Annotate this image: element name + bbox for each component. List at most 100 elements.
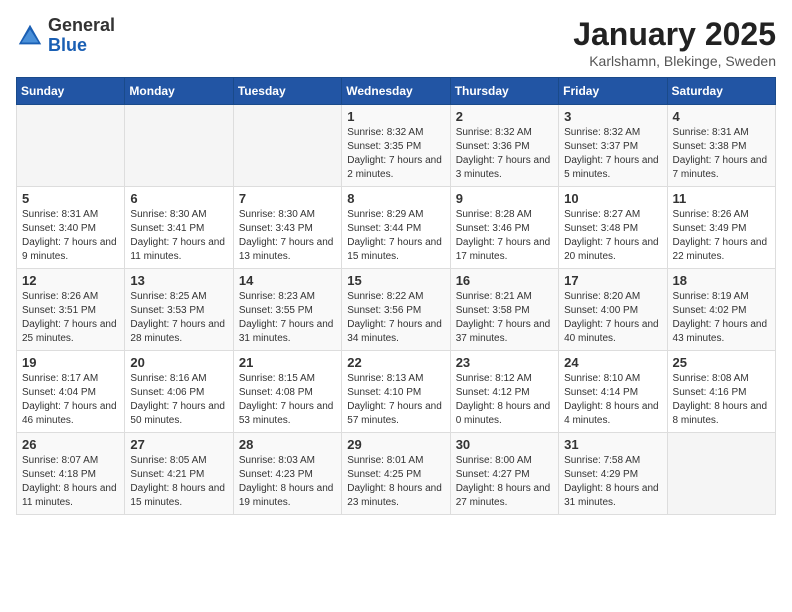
day-number: 20 — [130, 355, 227, 370]
calendar-cell: 4Sunrise: 8:31 AMSunset: 3:38 PMDaylight… — [667, 105, 775, 187]
calendar-cell: 16 Sunrise: 8:21 AMSunset: 3:58 PMDayligh… — [450, 269, 558, 351]
day-number: 3 — [564, 109, 661, 124]
day-info: Sunrise: 8:21 AMSunset: 3:58 PMDaylight:… — [456, 290, 553, 346]
calendar-week-1: 1 Sunrise: 8:32 AMSunset: 3:35 PMDaylight… — [17, 105, 776, 187]
calendar-cell: 9Sunrise: 8:28 AMSunset: 3:46 PMDaylight… — [450, 187, 558, 269]
calendar-cell: 7 Sunrise: 8:30 AMSunset: 3:43 PMDaylight… — [233, 187, 341, 269]
day-info: Sunrise: 8:29 AMSunset: 3:44 PMDaylight:… — [347, 208, 444, 264]
day-number: 2 — [456, 109, 553, 124]
weekday-header-saturday: Saturday — [667, 78, 775, 105]
day-number: 12 — [22, 273, 119, 288]
day-info: Sunrise: 8:08 AMSunset: 4:16 PMDaylight:… — [673, 372, 770, 428]
day-info: Sunrise: 8:31 AMSunset: 3:40 PMDaylight:… — [22, 208, 119, 264]
day-number: 11 — [673, 191, 770, 206]
calendar-cell: 24 Sunrise: 8:10 AMSunset: 4:14 PMDayligh… — [559, 351, 667, 433]
day-info: Sunrise: 8:12 AMSunset: 4:12 PMDaylight:… — [456, 372, 553, 428]
weekday-header-sunday: Sunday — [17, 78, 125, 105]
day-info: Sunrise: 8:23 AMSunset: 3:55 PMDaylight:… — [239, 290, 336, 346]
day-info: Sunrise: 8:32 AMSunset: 3:37 PMDaylight:… — [564, 126, 661, 182]
day-number: 24 — [564, 355, 661, 370]
calendar-cell: 10Sunrise: 8:27 AMSunset: 3:48 PMDayligh… — [559, 187, 667, 269]
day-info: Sunrise: 8:26 AMSunset: 3:51 PMDaylight:… — [22, 290, 119, 346]
calendar-cell: 8 Sunrise: 8:29 AMSunset: 3:44 PMDaylight… — [342, 187, 450, 269]
day-info: Sunrise: 8:22 AMSunset: 3:56 PMDaylight:… — [347, 290, 444, 346]
day-number: 13 — [130, 273, 227, 288]
day-number: 21 — [239, 355, 336, 370]
calendar-cell: 2 Sunrise: 8:32 AMSunset: 3:36 PMDaylight… — [450, 105, 558, 187]
day-number: 28 — [239, 437, 336, 452]
calendar-week-5: 26 Sunrise: 8:07 AMSunset: 4:18 PMDayligh… — [17, 433, 776, 515]
day-info: Sunrise: 8:10 AMSunset: 4:14 PMDaylight:… — [564, 372, 661, 428]
day-info: Sunrise: 8:26 AMSunset: 3:49 PMDaylight:… — [673, 208, 770, 264]
day-number: 16 — [456, 273, 553, 288]
day-info: Sunrise: 8:03 AMSunset: 4:23 PMDaylight:… — [239, 454, 336, 510]
calendar-cell: 6Sunrise: 8:30 AMSunset: 3:41 PMDaylight… — [125, 187, 233, 269]
day-number: 5 — [22, 191, 119, 206]
day-number: 7 — [239, 191, 336, 206]
calendar-cell: 23 Sunrise: 8:12 AMSunset: 4:12 PMDayligh… — [450, 351, 558, 433]
calendar-cell — [17, 105, 125, 187]
calendar-week-3: 12 Sunrise: 8:26 AMSunset: 3:51 PMDayligh… — [17, 269, 776, 351]
calendar-cell: 31 Sunrise: 7:58 AMSunset: 4:29 PMDayligh… — [559, 433, 667, 515]
day-number: 6 — [130, 191, 227, 206]
calendar-cell: 26 Sunrise: 8:07 AMSunset: 4:18 PMDayligh… — [17, 433, 125, 515]
day-number: 15 — [347, 273, 444, 288]
day-info: Sunrise: 8:05 AMSunset: 4:21 PMDaylight:… — [130, 454, 227, 510]
calendar-cell: 13 Sunrise: 8:25 AMSunset: 3:53 PMDayligh… — [125, 269, 233, 351]
calendar-cell — [233, 105, 341, 187]
day-info: Sunrise: 8:16 AMSunset: 4:06 PMDaylight:… — [130, 372, 227, 428]
calendar-table: SundayMondayTuesdayWednesdayThursdayFrid… — [16, 77, 776, 515]
calendar-cell: 30 Sunrise: 8:00 AMSunset: 4:27 PMDayligh… — [450, 433, 558, 515]
calendar-cell: 25 Sunrise: 8:08 AMSunset: 4:16 PMDayligh… — [667, 351, 775, 433]
logo-text: General Blue — [48, 16, 115, 56]
day-number: 10 — [564, 191, 661, 206]
day-info: Sunrise: 8:13 AMSunset: 4:10 PMDaylight:… — [347, 372, 444, 428]
calendar-cell: 20 Sunrise: 8:16 AMSunset: 4:06 PMDayligh… — [125, 351, 233, 433]
calendar-cell: 29Sunrise: 8:01 AMSunset: 4:25 PMDayligh… — [342, 433, 450, 515]
day-info: Sunrise: 8:25 AMSunset: 3:53 PMDaylight:… — [130, 290, 227, 346]
calendar-cell — [125, 105, 233, 187]
calendar-cell: 12 Sunrise: 8:26 AMSunset: 3:51 PMDayligh… — [17, 269, 125, 351]
logo-blue-text: Blue — [48, 36, 115, 56]
day-info: Sunrise: 8:32 AMSunset: 3:35 PMDaylight:… — [347, 126, 444, 182]
day-number: 8 — [347, 191, 444, 206]
day-number: 23 — [456, 355, 553, 370]
logo: General Blue — [16, 16, 115, 56]
calendar-cell: 18 Sunrise: 8:19 AMSunset: 4:02 PMDayligh… — [667, 269, 775, 351]
weekday-header-thursday: Thursday — [450, 78, 558, 105]
day-number: 30 — [456, 437, 553, 452]
location-title: Karlshamn, Blekinge, Sweden — [573, 53, 776, 69]
calendar-week-4: 19Sunrise: 8:17 AMSunset: 4:04 PMDayligh… — [17, 351, 776, 433]
day-info: Sunrise: 8:30 AMSunset: 3:43 PMDaylight:… — [239, 208, 336, 264]
page-header: General Blue January 2025 Karlshamn, Ble… — [16, 16, 776, 69]
day-info: Sunrise: 8:01 AMSunset: 4:25 PMDaylight:… — [347, 454, 444, 510]
weekday-header-wednesday: Wednesday — [342, 78, 450, 105]
calendar-cell: 27Sunrise: 8:05 AMSunset: 4:21 PMDayligh… — [125, 433, 233, 515]
day-info: Sunrise: 8:19 AMSunset: 4:02 PMDaylight:… — [673, 290, 770, 346]
calendar-cell: 21Sunrise: 8:15 AMSunset: 4:08 PMDayligh… — [233, 351, 341, 433]
weekday-header-monday: Monday — [125, 78, 233, 105]
day-number: 18 — [673, 273, 770, 288]
day-info: Sunrise: 7:58 AMSunset: 4:29 PMDaylight:… — [564, 454, 661, 510]
day-info: Sunrise: 8:17 AMSunset: 4:04 PMDaylight:… — [22, 372, 119, 428]
weekday-header-row: SundayMondayTuesdayWednesdayThursdayFrid… — [17, 78, 776, 105]
calendar-cell: 5 Sunrise: 8:31 AMSunset: 3:40 PMDaylight… — [17, 187, 125, 269]
calendar-cell: 28 Sunrise: 8:03 AMSunset: 4:23 PMDayligh… — [233, 433, 341, 515]
calendar-cell: 1 Sunrise: 8:32 AMSunset: 3:35 PMDaylight… — [342, 105, 450, 187]
calendar-cell: 15 Sunrise: 8:22 AMSunset: 3:56 PMDayligh… — [342, 269, 450, 351]
logo-icon — [16, 22, 44, 50]
day-number: 31 — [564, 437, 661, 452]
day-number: 1 — [347, 109, 444, 124]
day-info: Sunrise: 8:07 AMSunset: 4:18 PMDaylight:… — [22, 454, 119, 510]
day-number: 26 — [22, 437, 119, 452]
day-info: Sunrise: 8:00 AMSunset: 4:27 PMDaylight:… — [456, 454, 553, 510]
calendar-cell — [667, 433, 775, 515]
day-number: 9 — [456, 191, 553, 206]
day-number: 25 — [673, 355, 770, 370]
month-title: January 2025 — [573, 16, 776, 53]
day-number: 22 — [347, 355, 444, 370]
day-number: 14 — [239, 273, 336, 288]
day-number: 17 — [564, 273, 661, 288]
day-info: Sunrise: 8:31 AMSunset: 3:38 PMDaylight:… — [673, 126, 770, 182]
day-info: Sunrise: 8:32 AMSunset: 3:36 PMDaylight:… — [456, 126, 553, 182]
